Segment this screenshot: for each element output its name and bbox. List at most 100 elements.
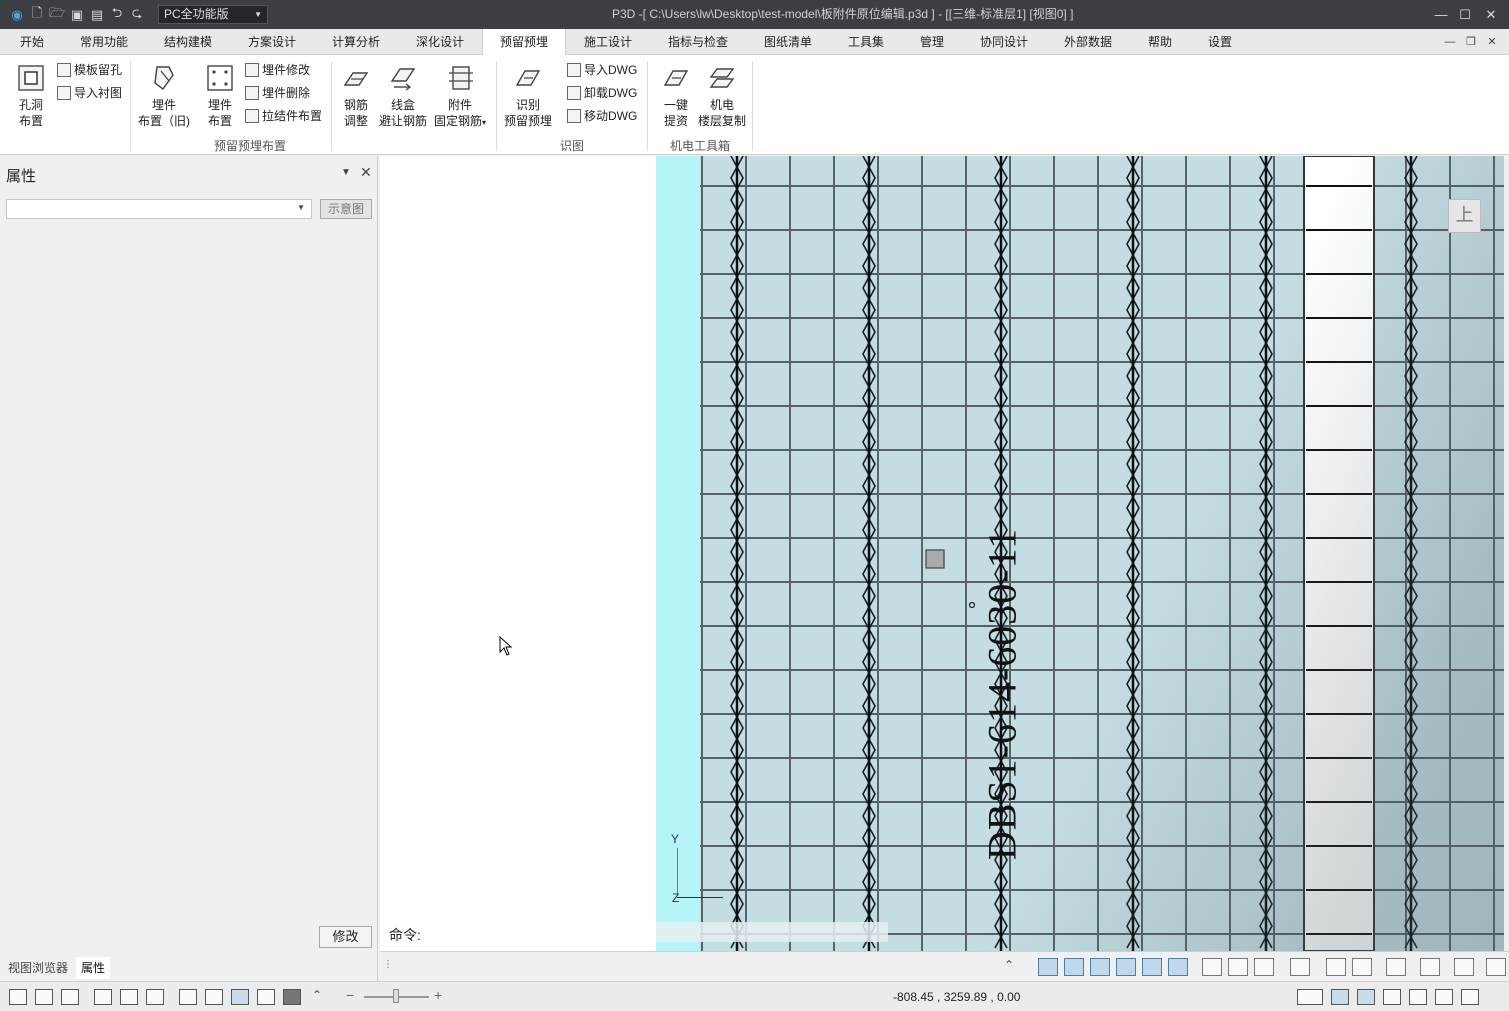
view-cube-top-button[interactable]: 上 bbox=[1448, 199, 1481, 233]
doc-restore-button[interactable]: ❐ bbox=[1461, 29, 1481, 55]
embed-delete-button[interactable]: 埋件删除 bbox=[245, 84, 310, 102]
display-wall-icon[interactable] bbox=[1116, 958, 1136, 976]
display-column-icon[interactable] bbox=[1090, 958, 1110, 976]
app-logo-icon[interactable]: ◉ bbox=[8, 6, 26, 24]
tab-view-browser[interactable]: 视图浏览器 bbox=[4, 957, 72, 979]
save-as-icon[interactable]: ▤ bbox=[88, 6, 106, 24]
ortho-icon[interactable] bbox=[1331, 989, 1349, 1005]
doc-minimize-button[interactable]: — bbox=[1440, 29, 1460, 55]
shaded-edges-icon[interactable] bbox=[257, 989, 275, 1005]
tab-scheme-design[interactable]: 方案设计 bbox=[240, 29, 304, 55]
display-beam-icon[interactable] bbox=[1064, 958, 1084, 976]
display-opening-icon[interactable] bbox=[1168, 958, 1188, 976]
view-blank-area[interactable] bbox=[380, 156, 656, 951]
view-compare-icon[interactable] bbox=[1386, 958, 1406, 976]
axis-z-label: Z bbox=[672, 891, 680, 905]
embed-modify-button[interactable]: 埋件修改 bbox=[245, 61, 310, 79]
rebar-adjust-button[interactable]: 钢筋 调整 bbox=[336, 63, 376, 129]
tab-manage[interactable]: 管理 bbox=[912, 29, 952, 55]
tab-drawing-list[interactable]: 图纸清单 bbox=[756, 29, 820, 55]
realistic-icon[interactable] bbox=[283, 989, 301, 1005]
open-file-icon[interactable]: 🗁 bbox=[48, 5, 66, 24]
pan-hand-icon[interactable] bbox=[120, 989, 138, 1005]
tab-start[interactable]: 开始 bbox=[8, 29, 56, 55]
one-click-submit-button[interactable]: 一键 提资 bbox=[658, 63, 694, 129]
settings-gear-icon[interactable] bbox=[1461, 989, 1479, 1005]
grid-display-icon[interactable] bbox=[1409, 989, 1427, 1005]
panel-menu-icon[interactable]: ▼ bbox=[341, 167, 351, 178]
attach-fix-rebar-button[interactable]: 附件 固定钢筋▾ bbox=[430, 63, 490, 131]
axis-y-line bbox=[677, 848, 678, 896]
shaded-icon[interactable] bbox=[231, 989, 249, 1005]
snap-mode-icon[interactable] bbox=[1297, 989, 1323, 1005]
redo-icon[interactable]: ⮎ bbox=[128, 5, 146, 24]
tab-embedded-parts[interactable]: 预留预埋 bbox=[482, 29, 566, 55]
view-front-icon[interactable] bbox=[1228, 958, 1248, 976]
view-section-icon[interactable] bbox=[1290, 958, 1310, 976]
zoom-slider-handle[interactable] bbox=[393, 989, 399, 1003]
template-hole-button[interactable]: 模板留孔 bbox=[57, 61, 122, 79]
zoom-out-icon[interactable]: − bbox=[346, 987, 354, 1003]
embed-old-button[interactable]: 埋件 布置（旧) bbox=[134, 63, 194, 129]
doc-close-button[interactable]: ✕ bbox=[1482, 29, 1502, 55]
edition-select[interactable]: PC全功能版 ▼ bbox=[158, 5, 268, 24]
angle-icon[interactable] bbox=[1383, 989, 1401, 1005]
collapse-up-icon[interactable]: ⌃ bbox=[1004, 958, 1014, 972]
display-slab-icon[interactable] bbox=[1038, 958, 1058, 976]
object-snap-icon[interactable] bbox=[1435, 989, 1453, 1005]
slab-rebar-view[interactable]: DBS1-614-6030-11 bbox=[700, 156, 1504, 951]
tab-construction-design[interactable]: 施工设计 bbox=[576, 29, 640, 55]
command-input[interactable] bbox=[656, 922, 888, 942]
maximize-button[interactable]: ☐ bbox=[1453, 0, 1477, 29]
undo-icon[interactable]: ⮌ bbox=[108, 5, 126, 24]
tab-indicators-check[interactable]: 指标与检查 bbox=[660, 29, 736, 55]
import-dwg-button[interactable]: 导入DWG bbox=[567, 61, 637, 79]
save-icon[interactable]: ▣ bbox=[68, 6, 86, 24]
close-button[interactable]: ✕ bbox=[1479, 0, 1503, 29]
object-type-select[interactable]: ▼ bbox=[6, 199, 312, 219]
polar-icon[interactable] bbox=[1357, 989, 1375, 1005]
view-export-icon[interactable] bbox=[1326, 958, 1346, 976]
mep-floor-copy-button[interactable]: 机电 楼层复制 bbox=[696, 63, 748, 129]
modify-button[interactable]: 修改 bbox=[319, 926, 372, 948]
display-grid-icon[interactable] bbox=[1142, 958, 1162, 976]
tab-analysis[interactable]: 计算分析 bbox=[324, 29, 388, 55]
import-underlay-button[interactable]: 导入衬图 bbox=[57, 84, 122, 102]
tab-structure-modeling[interactable]: 结构建模 bbox=[156, 29, 220, 55]
unload-dwg-button[interactable]: 卸载DWG bbox=[567, 84, 637, 102]
zoom-extents-icon[interactable] bbox=[35, 989, 53, 1005]
view-cube-icon[interactable] bbox=[1202, 958, 1222, 976]
view-print-icon[interactable] bbox=[1352, 958, 1372, 976]
tab-help[interactable]: 帮助 bbox=[1140, 29, 1180, 55]
tab-detail-design[interactable]: 深化设计 bbox=[408, 29, 472, 55]
minimize-button[interactable]: — bbox=[1429, 0, 1453, 29]
view-measure-icon[interactable] bbox=[1486, 958, 1506, 976]
hidden-line-icon[interactable] bbox=[205, 989, 223, 1005]
axis-y-label: Y bbox=[671, 832, 680, 846]
recognize-embedded-button[interactable]: 识别 预留预埋 bbox=[502, 63, 554, 129]
panel-close-icon[interactable]: ✕ bbox=[360, 164, 372, 181]
zoom-fit-icon[interactable] bbox=[94, 989, 112, 1005]
tab-common[interactable]: 常用功能 bbox=[72, 29, 136, 55]
tab-collaboration[interactable]: 协同设计 bbox=[972, 29, 1036, 55]
zoom-window-icon[interactable] bbox=[61, 989, 79, 1005]
embed-layout-button[interactable]: 埋件 布置 bbox=[200, 63, 240, 129]
window-icon[interactable] bbox=[9, 989, 27, 1005]
tab-settings[interactable]: 设置 bbox=[1200, 29, 1240, 55]
tie-layout-button[interactable]: 拉结件布置 bbox=[245, 107, 322, 125]
diagram-button[interactable]: 示意图 bbox=[320, 199, 372, 219]
view-layers-icon[interactable] bbox=[1254, 958, 1274, 976]
wireframe-icon[interactable] bbox=[179, 989, 197, 1005]
view-hatch-icon[interactable] bbox=[1420, 958, 1440, 976]
new-file-icon[interactable]: 🗋 bbox=[28, 5, 46, 24]
move-dwg-button[interactable]: 移动DWG bbox=[567, 107, 637, 125]
box-avoid-rebar-button[interactable]: 线盒 避让钢筋 bbox=[377, 63, 429, 129]
orbit-icon[interactable] bbox=[146, 989, 164, 1005]
hole-layout-button[interactable]: 孔洞 布置 bbox=[10, 63, 52, 129]
tab-properties[interactable]: 属性 bbox=[76, 957, 110, 979]
tab-toolset[interactable]: 工具集 bbox=[840, 29, 892, 55]
expand-up-icon[interactable]: ⌃ bbox=[312, 988, 322, 1002]
view-rebar-icon[interactable] bbox=[1454, 958, 1474, 976]
tab-external-data[interactable]: 外部数据 bbox=[1056, 29, 1120, 55]
zoom-in-icon[interactable]: + bbox=[434, 987, 442, 1003]
